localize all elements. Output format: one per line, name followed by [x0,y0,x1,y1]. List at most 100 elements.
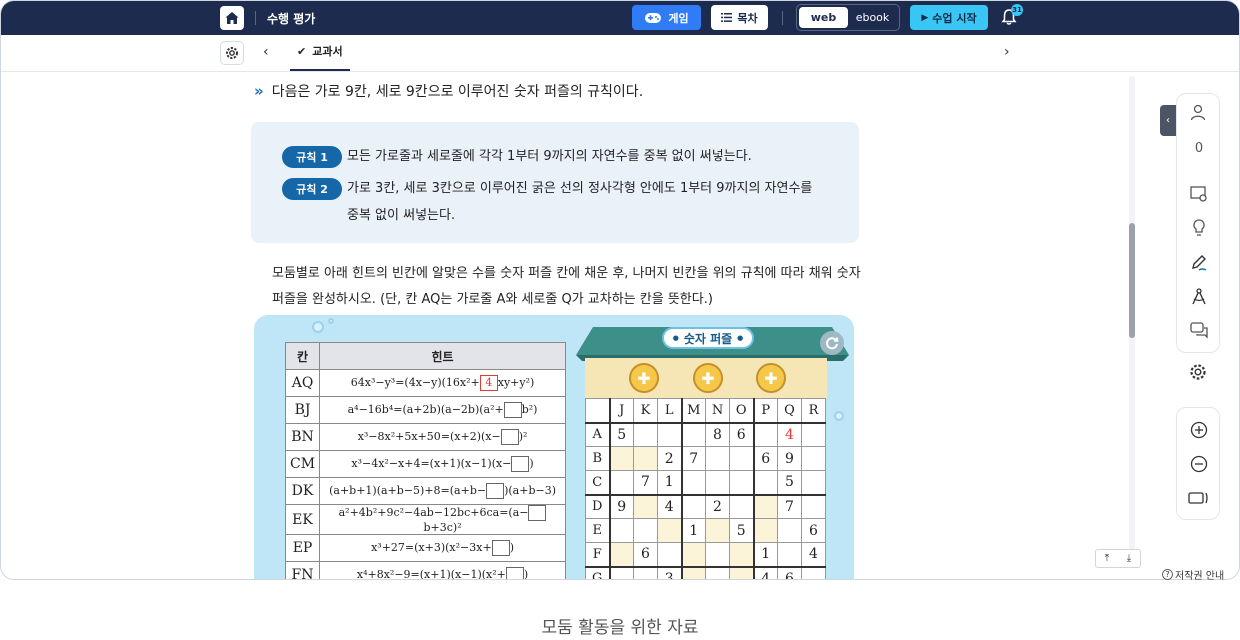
grid-cell[interactable] [633,421,658,447]
grid-cell[interactable] [608,518,634,543]
answer-box[interactable]: 4 [479,375,498,391]
panel-settings-button[interactable] [1186,360,1210,384]
grid-cell[interactable] [777,542,802,567]
participants-button[interactable] [1187,101,1211,125]
answer-box[interactable] [500,429,519,445]
grid-cell[interactable]: 3 [657,565,682,579]
grid-cell[interactable]: 6 [777,565,802,579]
grid-cell[interactable]: 5 [608,421,634,447]
answer-box[interactable] [503,402,522,418]
grid-cell[interactable] [608,565,634,579]
compass-button[interactable] [1187,285,1211,309]
grid-cell[interactable] [801,446,826,471]
grid-cell[interactable]: 4 [801,542,826,567]
grid-cell[interactable]: 6 [633,542,658,567]
grid-cell[interactable] [729,470,754,495]
grid-cell[interactable] [752,493,778,519]
grid-cell[interactable] [633,518,658,543]
tab-textbook[interactable]: ✔ 교과서 [297,43,343,59]
grid-cell[interactable] [680,542,706,567]
answer-box[interactable] [486,483,505,499]
grid-cell[interactable] [608,542,634,567]
grid-cell[interactable] [801,470,826,495]
grid-cell[interactable]: 1 [657,470,682,495]
grid-cell[interactable]: 7 [777,493,802,519]
scrollbar-thumb[interactable] [1129,223,1135,338]
chat-button[interactable] [1187,318,1211,342]
grid-cell[interactable]: 2 [657,446,682,471]
next-page-button[interactable]: › [1004,44,1010,60]
grid-cell[interactable] [801,565,826,579]
scroll-bottom-icon[interactable]: ⤓ [1127,553,1131,564]
prev-page-button[interactable]: ‹ [263,44,269,60]
hint-expression: x⁴+8x²−9=(x+1)(x−1)(x²+) [319,561,567,579]
grid-cell[interactable] [657,518,682,543]
grid-cell[interactable] [729,565,754,579]
collapse-panel-button[interactable]: ‹ [1160,105,1176,136]
grid-cell[interactable] [680,565,706,579]
grid-cell[interactable] [752,470,778,495]
grid-cell[interactable]: 8 [705,421,730,447]
zoom-in-button[interactable] [1187,418,1211,442]
grid-cell[interactable]: 1 [752,542,778,567]
grid-cell[interactable] [729,493,754,519]
game-button[interactable]: 게임 [632,5,701,30]
pen-button[interactable] [1187,251,1211,275]
grid-cell[interactable] [777,518,802,543]
grid-cell[interactable] [633,565,658,579]
grid-cell[interactable]: 2 [705,493,730,519]
grid-cell[interactable]: 7 [680,446,706,471]
grid-cell[interactable] [705,565,730,579]
scroll-top-icon[interactable]: ⤒ [1105,553,1109,564]
grid-cell[interactable]: 1 [680,518,706,543]
view-web-option[interactable]: web [799,7,848,28]
zoom-out-button[interactable] [1187,452,1211,476]
copyright-link[interactable]: ? 저작권 안내 [1162,567,1224,582]
home-button[interactable] [220,6,244,30]
grid-cell[interactable] [705,518,730,543]
grid-cell[interactable]: 6 [752,446,778,471]
start-class-button[interactable]: ▶ 수업 시작 [910,5,988,30]
grid-cell[interactable]: 9 [608,493,634,519]
grid-cell[interactable] [608,470,634,495]
board-search-button[interactable] [1187,182,1211,206]
grid-cell[interactable] [705,542,730,567]
grid-cell[interactable]: 9 [777,446,802,471]
grid-cell[interactable]: 4 [752,565,778,579]
grid-cell[interactable] [752,518,778,543]
settings-button[interactable] [220,41,244,65]
grid-cell[interactable] [680,493,706,519]
grid-cell[interactable] [729,542,754,567]
grid-cell[interactable] [752,421,778,447]
grid-cell[interactable]: 7 [633,470,658,495]
grid-cell[interactable] [608,446,634,471]
grid-cell[interactable] [633,446,658,471]
grid-cell[interactable] [633,493,658,519]
grid-cell[interactable] [680,470,706,495]
grid-cell[interactable]: 4 [657,493,682,519]
grid-cell[interactable] [801,493,826,519]
dot-icon: ● [672,334,679,342]
app-title: 수행 평가 [267,12,316,26]
grid-cell[interactable]: 5 [729,518,754,543]
answer-box[interactable] [491,540,510,556]
grid-cell[interactable]: 6 [729,421,754,447]
grid-cell[interactable] [680,421,706,447]
answer-box[interactable] [528,505,547,521]
fit-screen-button[interactable] [1187,486,1211,510]
toc-button[interactable]: 목차 [711,5,768,30]
grid-cell[interactable] [729,446,754,471]
grid-cell[interactable] [657,542,682,567]
idea-button[interactable] [1187,216,1211,240]
answer-box[interactable] [505,567,524,579]
grid-cell[interactable] [705,446,730,471]
refresh-button[interactable] [820,331,844,355]
grid-cell[interactable] [705,470,730,495]
answer-box[interactable] [511,456,530,472]
grid-cell[interactable]: 4 [777,421,802,447]
view-ebook-option[interactable]: ebook [848,7,897,28]
grid-cell[interactable]: 6 [801,518,826,543]
grid-cell[interactable] [801,421,826,447]
grid-cell[interactable] [657,421,682,447]
grid-cell[interactable]: 5 [777,470,802,495]
